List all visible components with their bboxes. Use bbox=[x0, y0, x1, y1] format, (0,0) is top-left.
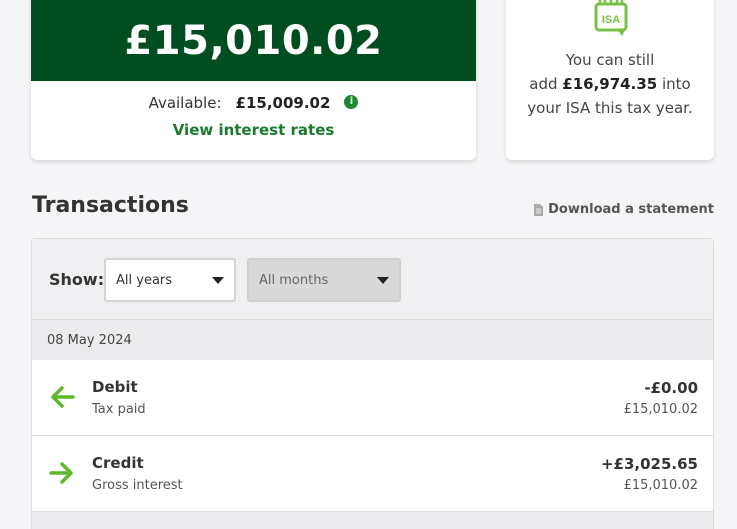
transaction-title: Debit bbox=[92, 378, 138, 396]
transaction-row-debit[interactable]: Debit Tax paid -£0.00 £15,010.02 bbox=[32, 360, 713, 436]
chevron-down-icon bbox=[377, 276, 389, 284]
download-statement-link[interactable]: Download a statement bbox=[534, 202, 714, 217]
isa-allowance-text: You can still add £16,974.35 into your I… bbox=[506, 48, 714, 120]
available-label: Available: bbox=[148, 94, 222, 112]
isa-allowance-card: ISA You can still add £16,974.35 into yo… bbox=[506, 0, 714, 160]
isa-line-1: You can still bbox=[565, 51, 655, 69]
isa-icon: ISA bbox=[594, 0, 628, 36]
isa-remaining-amount: £16,974.35 bbox=[562, 75, 658, 93]
balance-amount: £15,010.02 bbox=[124, 17, 383, 64]
transaction-amount: -£0.00 bbox=[644, 379, 698, 397]
isa-icon-label: ISA bbox=[602, 14, 620, 26]
isa-line-2: add £16,974.35 into bbox=[529, 75, 691, 93]
document-icon bbox=[534, 203, 544, 216]
arrow-right-icon bbox=[49, 462, 73, 484]
filter-bar: Show: All years All months bbox=[32, 239, 713, 320]
available-row: Available: £15,009.02 i bbox=[31, 94, 476, 112]
transactions-heading: Transactions bbox=[32, 193, 189, 218]
month-select-value: All months bbox=[259, 272, 329, 288]
transaction-date-header: 08 May 2024 bbox=[32, 320, 713, 360]
transaction-balance: £15,010.02 bbox=[623, 402, 698, 417]
chevron-down-icon bbox=[212, 276, 224, 284]
show-label: Show: bbox=[49, 270, 105, 289]
view-interest-rates-link[interactable]: View interest rates bbox=[31, 121, 476, 139]
transaction-row-credit[interactable]: Credit Gross interest +£3,025.65 £15,010… bbox=[32, 436, 713, 512]
balance-card: £15,010.02 Available: £15,009.02 i View … bbox=[31, 0, 476, 160]
transaction-balance: £15,010.02 bbox=[623, 478, 698, 493]
isa-line-3: your ISA this tax year. bbox=[527, 99, 693, 117]
transaction-title: Credit bbox=[92, 454, 144, 472]
year-select-value: All years bbox=[116, 272, 173, 288]
transaction-description: Gross interest bbox=[92, 478, 183, 493]
download-statement-label: Download a statement bbox=[548, 202, 714, 217]
transaction-description: Tax paid bbox=[92, 402, 146, 417]
transaction-amount: +£3,025.65 bbox=[600, 455, 698, 473]
transactions-panel: Show: All years All months 08 May 2024 D… bbox=[31, 238, 714, 529]
info-icon[interactable]: i bbox=[344, 94, 359, 109]
available-value: £15,009.02 bbox=[235, 94, 331, 112]
month-select[interactable]: All months bbox=[247, 258, 401, 302]
balance-banner: £15,010.02 bbox=[31, 0, 476, 81]
arrow-left-icon bbox=[51, 386, 75, 408]
year-select[interactable]: All years bbox=[104, 258, 236, 302]
